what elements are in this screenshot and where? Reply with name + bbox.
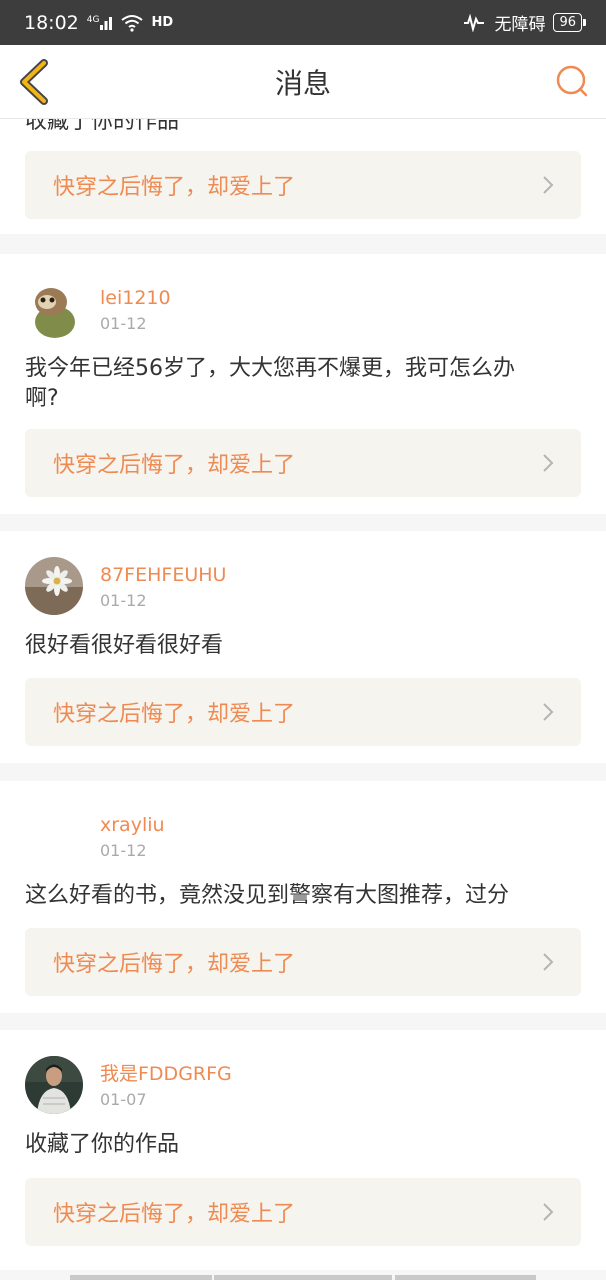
bottom-tab-indicator <box>395 1275 536 1280</box>
status-bar: 18:02 4G HD 无障碍 96 <box>0 0 606 45</box>
avatar[interactable] <box>25 807 83 865</box>
book-title: 快穿之后悔了，却爱上了 <box>53 702 296 727</box>
chevron-right-icon <box>543 1203 554 1221</box>
status-time: 18:02 <box>24 11 79 34</box>
back-arrow-icon[interactable] <box>14 57 54 107</box>
comment-text: 这么好看的书，竟然没见到警察有大图推荐，过分 <box>25 883 510 908</box>
page-title: 消息 <box>274 66 331 100</box>
book-title: 快穿之后悔了，却爱上了 <box>53 1202 296 1227</box>
message-card: 我是FDDGRFG 01-07 收藏了你的作品 快穿之后悔了，却爱上了 <box>0 1030 606 1270</box>
network-indicator: 4G <box>87 15 114 31</box>
bottom-tab-indicator <box>70 1275 212 1280</box>
username[interactable]: lei1210 <box>100 286 171 310</box>
signal-icon <box>100 16 113 30</box>
username[interactable]: 我是FDDGRFG <box>100 1062 232 1086</box>
book-link[interactable]: 快穿之后悔了，却爱上了 <box>25 678 581 746</box>
comment-text: 收藏了你的作品 <box>25 119 180 134</box>
book-title: 快穿之后悔了，却爱上了 <box>53 952 296 977</box>
status-right: 无障碍 96 <box>462 10 586 35</box>
chevron-right-icon <box>543 703 554 721</box>
battery-icon: 96 <box>553 13 586 32</box>
chevron-right-icon <box>543 454 554 472</box>
comment-text: 我今年已经56岁了，大大您再不爆更，我可怎么办啊? <box>25 356 515 411</box>
battery-level: 96 <box>559 15 576 30</box>
message-card: 87FEHFEUHU 01-12 很好看很好看很好看 快穿之后悔了，却爱上了 <box>0 531 606 763</box>
network-label: 4G <box>86 14 100 25</box>
avatar[interactable] <box>25 280 83 338</box>
book-link[interactable]: 快穿之后悔了，却爱上了 <box>25 928 581 996</box>
username[interactable]: 87FEHFEUHU <box>100 563 226 587</box>
message-date: 01-12 <box>100 840 147 860</box>
message-date: 01-12 <box>100 590 147 610</box>
book-link[interactable]: 快穿之后悔了，却爱上了 <box>25 151 581 219</box>
chevron-right-icon <box>543 953 554 971</box>
avatar[interactable] <box>25 557 83 615</box>
nav-header: 消息 <box>0 45 606 119</box>
username[interactable]: xrayliu <box>100 813 165 837</box>
message-card: lei1210 01-12 我今年已经56岁了，大大您再不爆更，我可怎么办啊? … <box>0 254 606 514</box>
hd-badge: HD <box>151 15 174 30</box>
search-icon[interactable] <box>552 61 592 101</box>
comment-text: 收藏了你的作品 <box>25 1132 180 1157</box>
avatar[interactable] <box>25 1056 83 1114</box>
book-link[interactable]: 快穿之后悔了，却爱上了 <box>25 429 581 497</box>
accessibility-icon <box>464 13 485 32</box>
book-title: 快穿之后悔了，却爱上了 <box>53 175 296 200</box>
message-date: 01-12 <box>100 313 147 333</box>
bottom-tab-indicator <box>214 1275 392 1280</box>
user-row[interactable]: lei1210 01-12 <box>25 279 171 339</box>
comment-text: 很好看很好看很好看 <box>25 633 224 658</box>
user-row[interactable]: 87FEHFEUHU 01-12 <box>25 556 226 616</box>
message-feed[interactable]: 收藏了你的作品 快穿之后悔了，却爱上了 lei1210 01-12 我今年已经5… <box>0 119 606 1280</box>
message-card: xrayliu 01-12 这么好看的书，竟然没见到警察有大图推荐，过分 快穿之… <box>0 781 606 1013</box>
message-card: 收藏了你的作品 快穿之后悔了，却爱上了 <box>0 119 606 234</box>
accessibility-label: 无障碍 <box>494 15 546 35</box>
user-row[interactable]: 我是FDDGRFG 01-07 <box>25 1055 232 1115</box>
wifi-icon <box>121 14 144 32</box>
status-left: 18:02 4G HD <box>24 12 173 34</box>
book-title: 快穿之后悔了，却爱上了 <box>53 453 296 478</box>
book-link[interactable]: 快穿之后悔了，却爱上了 <box>25 1178 581 1246</box>
message-date: 01-07 <box>100 1089 147 1109</box>
user-row[interactable]: xrayliu 01-12 <box>25 806 165 866</box>
chevron-right-icon <box>543 176 554 194</box>
